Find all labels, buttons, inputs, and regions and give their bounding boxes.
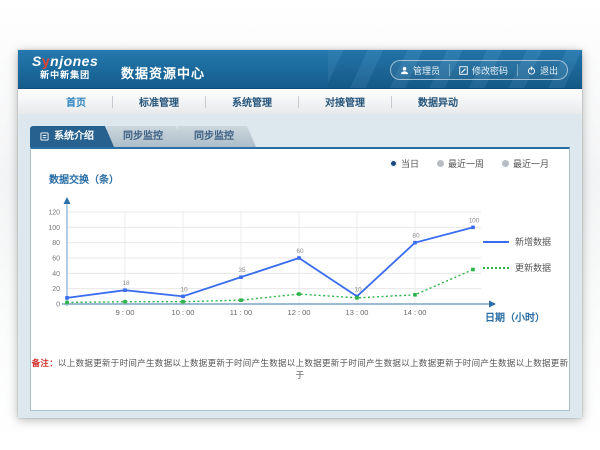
data-point xyxy=(239,298,243,302)
footnote: 备注：以上数据更新于时间产生数据以上数据更新于时间产生数据以上数据更新于时间产生… xyxy=(31,357,569,381)
y-axis-arrow-icon xyxy=(64,197,71,204)
main-navbar: 首页 标准管理 系统管理 对接管理 数据异动 xyxy=(18,89,582,115)
data-point xyxy=(297,292,301,296)
chart-legend: 新增数据 更新数据 xyxy=(483,235,551,274)
app-header: Synjones 新中新集团 数据资源中心 管理员 修改密码 退出 xyxy=(18,50,582,89)
document-icon xyxy=(40,132,49,141)
logout-button[interactable]: 退出 xyxy=(517,64,567,76)
change-password-button[interactable]: 修改密码 xyxy=(449,64,517,76)
x-tick-label: 12 : 00 xyxy=(288,308,311,317)
data-point xyxy=(181,300,185,304)
data-point xyxy=(123,288,127,292)
nav-item-standard-mgmt[interactable]: 标准管理 xyxy=(113,94,205,109)
data-point xyxy=(123,300,127,304)
y-axis-title: 数据交换（条） xyxy=(49,171,119,186)
tab-label: 同步监控 xyxy=(194,131,234,142)
x-tick-label: 14 : 00 xyxy=(404,308,427,317)
data-point xyxy=(471,226,475,230)
data-point-label: 35 xyxy=(238,267,246,274)
nav-item-system-mgmt[interactable]: 系统管理 xyxy=(206,94,298,109)
x-tick-label: 10 : 00 xyxy=(172,308,195,317)
legend-item-new-data: 新增数据 xyxy=(483,235,551,248)
data-point xyxy=(297,256,301,260)
chart-container: 0 20 40 60 80 100 120 9 : 00 10 : 00 11 : 00 12 : … xyxy=(33,189,513,329)
content-area: 系统介绍 同步监控 同步监控 当日 最近一周 xyxy=(18,114,582,418)
x-tick-label: 11 : 00 xyxy=(230,308,252,317)
data-point xyxy=(65,296,69,300)
change-password-label: 修改密码 xyxy=(472,64,508,77)
radio-unselected-icon xyxy=(437,160,444,167)
time-range-filter: 当日 最近一周 最近一月 xyxy=(390,157,549,170)
nav-item-data-change[interactable]: 数据异动 xyxy=(392,94,484,109)
tab-label: 系统介绍 xyxy=(54,126,94,147)
data-point-label: 10 xyxy=(354,286,362,293)
tab-sync-monitor-2[interactable]: 同步监控 xyxy=(178,126,256,147)
nav-item-home[interactable]: 首页 xyxy=(40,94,112,109)
filter-label: 当日 xyxy=(401,157,419,170)
line-chart: 0 20 40 60 80 100 120 9 : 00 10 : 00 11 : 00 12 : … xyxy=(33,189,513,329)
filter-option-today[interactable]: 当日 xyxy=(390,157,419,170)
nav-item-interface-mgmt[interactable]: 对接管理 xyxy=(299,94,391,109)
data-point-label: 18 xyxy=(122,280,130,287)
data-point xyxy=(413,241,417,245)
y-tick-label: 120 xyxy=(48,210,60,217)
logo-text-en: Synjones xyxy=(32,54,98,68)
y-tick-label: 60 xyxy=(52,256,60,263)
y-tick-label: 40 xyxy=(52,271,60,278)
x-tick-label: 13 : 00 xyxy=(346,308,369,317)
y-tick-label: 20 xyxy=(52,286,60,293)
data-point xyxy=(355,296,359,300)
data-point xyxy=(471,268,475,272)
footnote-prefix: 备注： xyxy=(32,358,58,368)
data-point xyxy=(181,295,185,299)
data-point-label: 80 xyxy=(412,233,420,240)
data-point xyxy=(239,275,243,279)
tab-sync-monitor-1[interactable]: 同步监控 xyxy=(107,126,185,147)
x-axis-arrow-icon xyxy=(489,301,496,308)
user-icon xyxy=(400,66,409,75)
y-tick-label: 0 xyxy=(56,302,60,309)
solid-line-sample xyxy=(483,241,509,243)
dotted-line-sample xyxy=(483,267,509,269)
current-user-button[interactable]: 管理员 xyxy=(391,64,449,76)
legend-item-updated-data: 更新数据 xyxy=(483,261,551,274)
filter-label: 最近一周 xyxy=(448,157,484,170)
data-point-label: 100 xyxy=(469,217,480,224)
legend-label: 更新数据 xyxy=(515,261,551,274)
tab-bar: 系统介绍 同步监控 同步监控 xyxy=(30,126,582,147)
app-window: Synjones 新中新集团 数据资源中心 管理员 修改密码 退出 首页 标准管… xyxy=(18,50,582,418)
edit-icon xyxy=(459,66,468,75)
radio-selected-icon xyxy=(390,160,397,167)
y-tick-label: 100 xyxy=(48,225,60,232)
radio-unselected-icon xyxy=(502,160,509,167)
filter-option-last-month[interactable]: 最近一月 xyxy=(502,157,549,170)
user-toolbar: 管理员 修改密码 退出 xyxy=(390,60,568,80)
user-name: 管理员 xyxy=(413,64,440,77)
x-tick-label: 9 : 00 xyxy=(116,308,135,317)
data-point-label: 10 xyxy=(180,286,188,293)
power-icon xyxy=(527,66,536,75)
company-logo: Synjones 新中新集团 xyxy=(32,54,98,80)
tab-label: 同步监控 xyxy=(123,131,163,142)
tab-system-intro[interactable]: 系统介绍 xyxy=(30,126,114,147)
filter-label: 最近一月 xyxy=(513,157,549,170)
page-title: 数据资源中心 xyxy=(121,63,205,82)
x-axis-title: 日期（小时） xyxy=(485,309,545,324)
logo-text-cn: 新中新集团 xyxy=(32,71,98,80)
footnote-text: 以上数据更新于时间产生数据以上数据更新于时间产生数据以上数据更新于时间产生数据以… xyxy=(58,358,568,380)
chart-panel: 当日 最近一周 最近一月 数据交换（条） 0 20 40 60 80 100 120 9 : … xyxy=(30,147,570,411)
data-point xyxy=(413,293,417,297)
filter-option-last-week[interactable]: 最近一周 xyxy=(437,157,484,170)
logout-label: 退出 xyxy=(540,64,558,77)
data-point-label: 60 xyxy=(296,248,304,255)
y-tick-label: 80 xyxy=(52,240,60,247)
data-point xyxy=(65,301,69,305)
legend-label: 新增数据 xyxy=(515,235,551,248)
